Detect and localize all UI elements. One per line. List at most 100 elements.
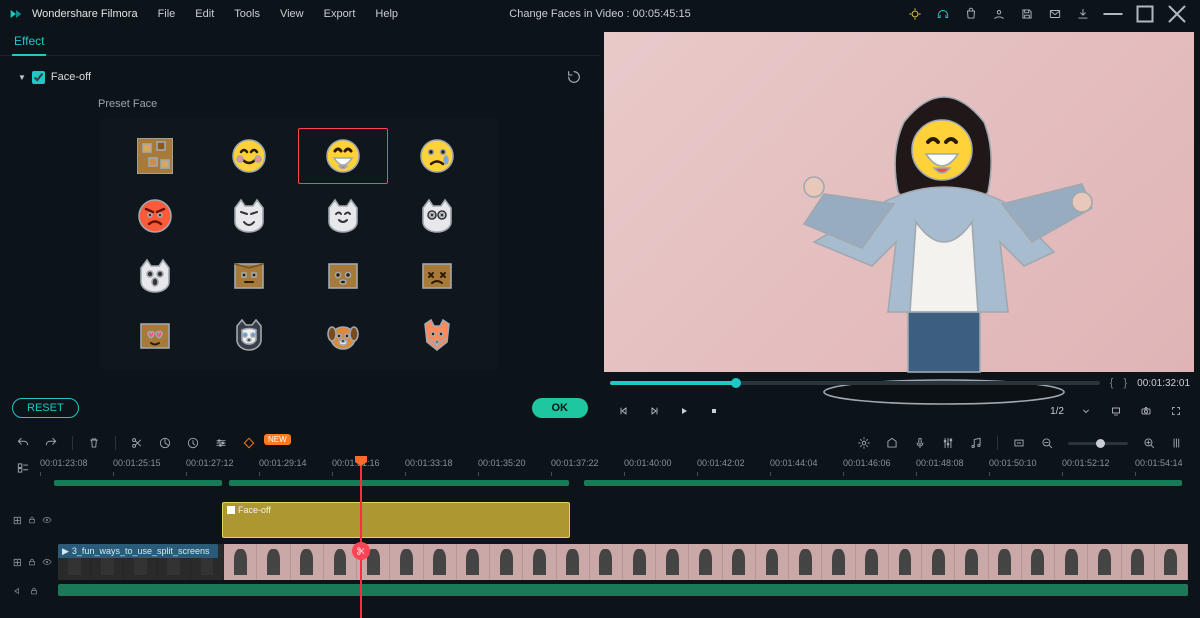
preset-dog[interactable] <box>298 308 388 364</box>
zoom-in-icon[interactable] <box>1138 432 1160 454</box>
video-thumb <box>590 544 623 580</box>
menu-help[interactable]: Help <box>367 4 406 24</box>
playhead[interactable] <box>360 458 362 618</box>
zoom-fit-icon[interactable] <box>1008 432 1030 454</box>
preset-grid <box>110 128 488 364</box>
save-icon[interactable] <box>1014 3 1040 25</box>
preview-viewport[interactable] <box>604 32 1194 372</box>
preset-box-face-3[interactable] <box>392 248 482 304</box>
preset-emoji-sad[interactable] <box>392 128 482 184</box>
crop-icon[interactable] <box>154 432 176 454</box>
track-video-visibility-icon[interactable] <box>41 556 52 568</box>
clip-audio[interactable] <box>58 584 1188 596</box>
preset-emoji-blush[interactable] <box>204 128 294 184</box>
video-thumb <box>856 544 889 580</box>
maximize-button[interactable] <box>1130 3 1160 25</box>
speed-icon[interactable] <box>182 432 204 454</box>
timeline-ruler[interactable]: 00:01:23:0800:01:25:1500:01:27:1200:01:2… <box>40 458 1188 478</box>
music-icon[interactable] <box>965 432 987 454</box>
ruler-tick: 00:01:46:06 <box>843 458 891 468</box>
track-manage-icon[interactable] <box>16 461 30 475</box>
app-brand: Wondershare Filmora <box>32 8 138 20</box>
message-icon[interactable] <box>1042 3 1068 25</box>
tips-icon[interactable] <box>902 3 928 25</box>
account-icon[interactable] <box>986 3 1012 25</box>
video-thumb <box>656 544 689 580</box>
download-icon[interactable] <box>1070 3 1096 25</box>
preset-mosaic[interactable] <box>110 128 200 184</box>
preset-emoji-laugh[interactable] <box>298 128 388 184</box>
faceoff-toggle[interactable] <box>32 71 45 84</box>
undo-icon[interactable] <box>12 432 34 454</box>
marker-icon[interactable] <box>881 432 903 454</box>
stop-button[interactable] <box>702 399 726 423</box>
section-title: Face-off <box>51 71 91 83</box>
section-reset-icon[interactable] <box>566 69 582 85</box>
render-icon[interactable] <box>853 432 875 454</box>
split-marker-icon[interactable] <box>352 542 370 560</box>
display-settings-icon[interactable] <box>1104 399 1128 423</box>
document-title: Change Faces in Video : 00:05:45:15 <box>509 8 690 20</box>
section-expand-icon[interactable]: ▼ <box>18 73 26 82</box>
tab-effect[interactable]: Effect <box>12 28 46 56</box>
track-video-order[interactable]: ⊞ <box>12 556 23 568</box>
support-icon[interactable] <box>930 3 956 25</box>
bracket-close-icon[interactable]: } <box>1123 377 1127 389</box>
preview-progress[interactable] <box>610 381 1100 385</box>
snapshot-icon[interactable] <box>1134 399 1158 423</box>
preset-box-face-2[interactable] <box>298 248 388 304</box>
track-effect-lock-icon[interactable] <box>27 514 38 526</box>
video-thumb <box>224 544 257 580</box>
reset-button[interactable]: RESET <box>12 398 79 418</box>
preset-cat-shock[interactable] <box>110 248 200 304</box>
video-thumb <box>291 544 324 580</box>
ruler-tick: 00:01:37:22 <box>551 458 599 468</box>
video-thumb <box>822 544 855 580</box>
menu-edit[interactable]: Edit <box>187 4 222 24</box>
mixer-icon[interactable] <box>937 432 959 454</box>
collapse-tracks-icon[interactable] <box>1166 432 1188 454</box>
menu-view[interactable]: View <box>272 4 312 24</box>
video-thumb <box>955 544 988 580</box>
track-effect-order[interactable]: ⊞ <box>12 514 23 526</box>
prev-frame-button[interactable] <box>612 399 636 423</box>
menu-export[interactable]: Export <box>316 4 364 24</box>
adjust-icon[interactable] <box>210 432 232 454</box>
preview-face-overlay <box>910 118 974 182</box>
redo-icon[interactable] <box>40 432 62 454</box>
ruler-tick: 00:01:35:20 <box>478 458 526 468</box>
preset-emoji-angry[interactable] <box>110 188 200 244</box>
preset-box-heart[interactable] <box>110 308 200 364</box>
delete-icon[interactable] <box>83 432 105 454</box>
ruler-tick: 00:01:54:14 <box>1135 458 1183 468</box>
menu-tools[interactable]: Tools <box>226 4 268 24</box>
zoom-out-icon[interactable] <box>1036 432 1058 454</box>
bracket-open-icon[interactable]: { <box>1110 377 1114 389</box>
zoom-slider[interactable] <box>1068 442 1128 445</box>
store-icon[interactable] <box>958 3 984 25</box>
preset-cat-eyes[interactable] <box>392 188 482 244</box>
menu-file[interactable]: File <box>150 4 184 24</box>
menu-bar: File Edit Tools View Export Help <box>150 4 406 24</box>
track-effect-visibility-icon[interactable] <box>41 514 52 526</box>
fullscreen-icon[interactable] <box>1164 399 1188 423</box>
split-icon[interactable] <box>126 432 148 454</box>
preset-cat-mad[interactable] <box>204 188 294 244</box>
ok-button[interactable]: OK <box>532 398 589 418</box>
preset-cat-smile[interactable] <box>298 188 388 244</box>
minimize-button[interactable] <box>1098 3 1128 25</box>
keyframe-icon[interactable] <box>238 432 260 454</box>
new-badge: NEW <box>264 434 291 445</box>
track-audio-lock-icon[interactable] <box>28 585 40 597</box>
preset-husky[interactable] <box>204 308 294 364</box>
track-audio-mute-icon[interactable] <box>12 585 24 597</box>
voiceover-icon[interactable] <box>909 432 931 454</box>
close-button[interactable] <box>1162 3 1192 25</box>
preset-fox[interactable] <box>392 308 482 364</box>
play-button[interactable] <box>672 399 696 423</box>
clip-faceoff[interactable]: Face-off <box>222 502 570 538</box>
track-video-lock-icon[interactable] <box>27 556 38 568</box>
preset-box-face-1[interactable] <box>204 248 294 304</box>
clip-video[interactable] <box>58 544 1188 580</box>
next-frame-button[interactable] <box>642 399 666 423</box>
